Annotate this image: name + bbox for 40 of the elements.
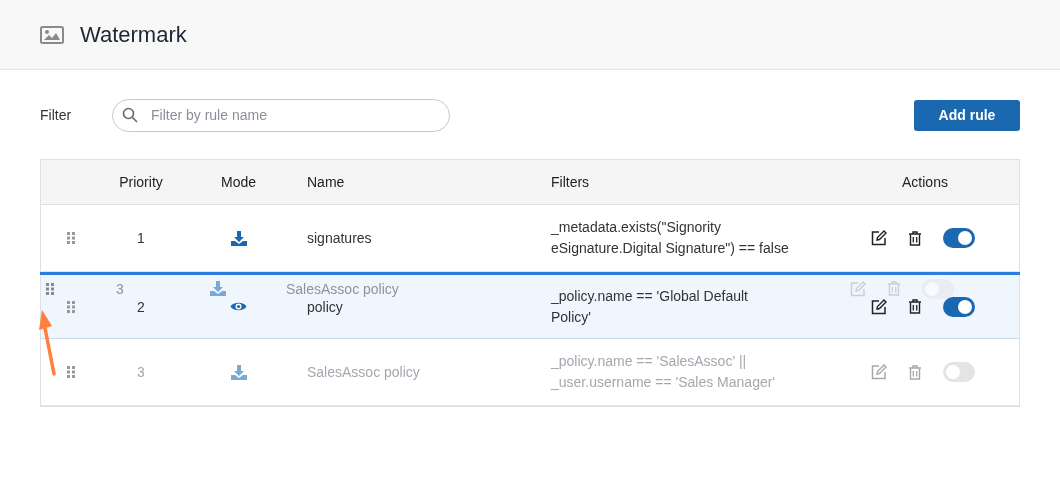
column-header: Actions <box>902 174 948 190</box>
toggle-switch[interactable] <box>943 228 975 248</box>
toggle-switch[interactable] <box>943 296 975 317</box>
download-icon <box>230 364 247 380</box>
filter-expression: _metadata.exists("Signority eSignature.Digital Signature") == false <box>551 218 789 258</box>
ghost-priority-text: 3 <box>116 280 124 297</box>
filter-label: Filter <box>40 106 73 125</box>
trash-icon[interactable] <box>909 299 921 314</box>
download-icon <box>230 230 247 246</box>
annotation-arrow <box>37 308 59 376</box>
column-header: Mode <box>221 174 256 190</box>
rule-name: policy <box>307 298 343 315</box>
image-icon <box>40 25 64 44</box>
column-header: Filters <box>551 174 590 190</box>
trash-icon <box>888 281 900 296</box>
edit-icon[interactable] <box>871 298 887 315</box>
edit-icon <box>850 280 866 297</box>
add-rule-button[interactable]: Add rule <box>914 99 1020 131</box>
column-header: Name <box>307 174 345 190</box>
drag-handle-icon <box>46 282 54 295</box>
drag-handle-icon[interactable] <box>67 232 75 244</box>
ghost-rule-name: SalesAssoc policy <box>286 280 399 297</box>
column-header: Priority <box>119 174 163 190</box>
priority-text: 1 <box>137 230 145 246</box>
search-field[interactable]: Filter by rule name <box>112 98 450 132</box>
rule-name: SalesAssoc policy <box>307 364 420 380</box>
download-icon <box>209 281 226 296</box>
edit-icon[interactable] <box>871 230 887 246</box>
filter-expression: _policy.name == 'Global Default Policy' <box>551 286 748 327</box>
search-icon <box>122 106 138 123</box>
toggle-switch[interactable] <box>943 362 975 382</box>
trash-icon[interactable] <box>909 230 921 246</box>
page-title: Watermark <box>80 21 187 49</box>
drag-handle-icon[interactable] <box>67 366 75 378</box>
priority-text: 2 <box>137 298 145 315</box>
rule-name: signatures <box>307 230 372 246</box>
eye-icon <box>230 301 247 312</box>
priority-text: 3 <box>137 364 145 380</box>
drag-handle-icon[interactable] <box>67 300 75 313</box>
filter-expression: _policy.name == 'SalesAssoc' || _user.username == 'Sales Manager' <box>551 352 776 392</box>
